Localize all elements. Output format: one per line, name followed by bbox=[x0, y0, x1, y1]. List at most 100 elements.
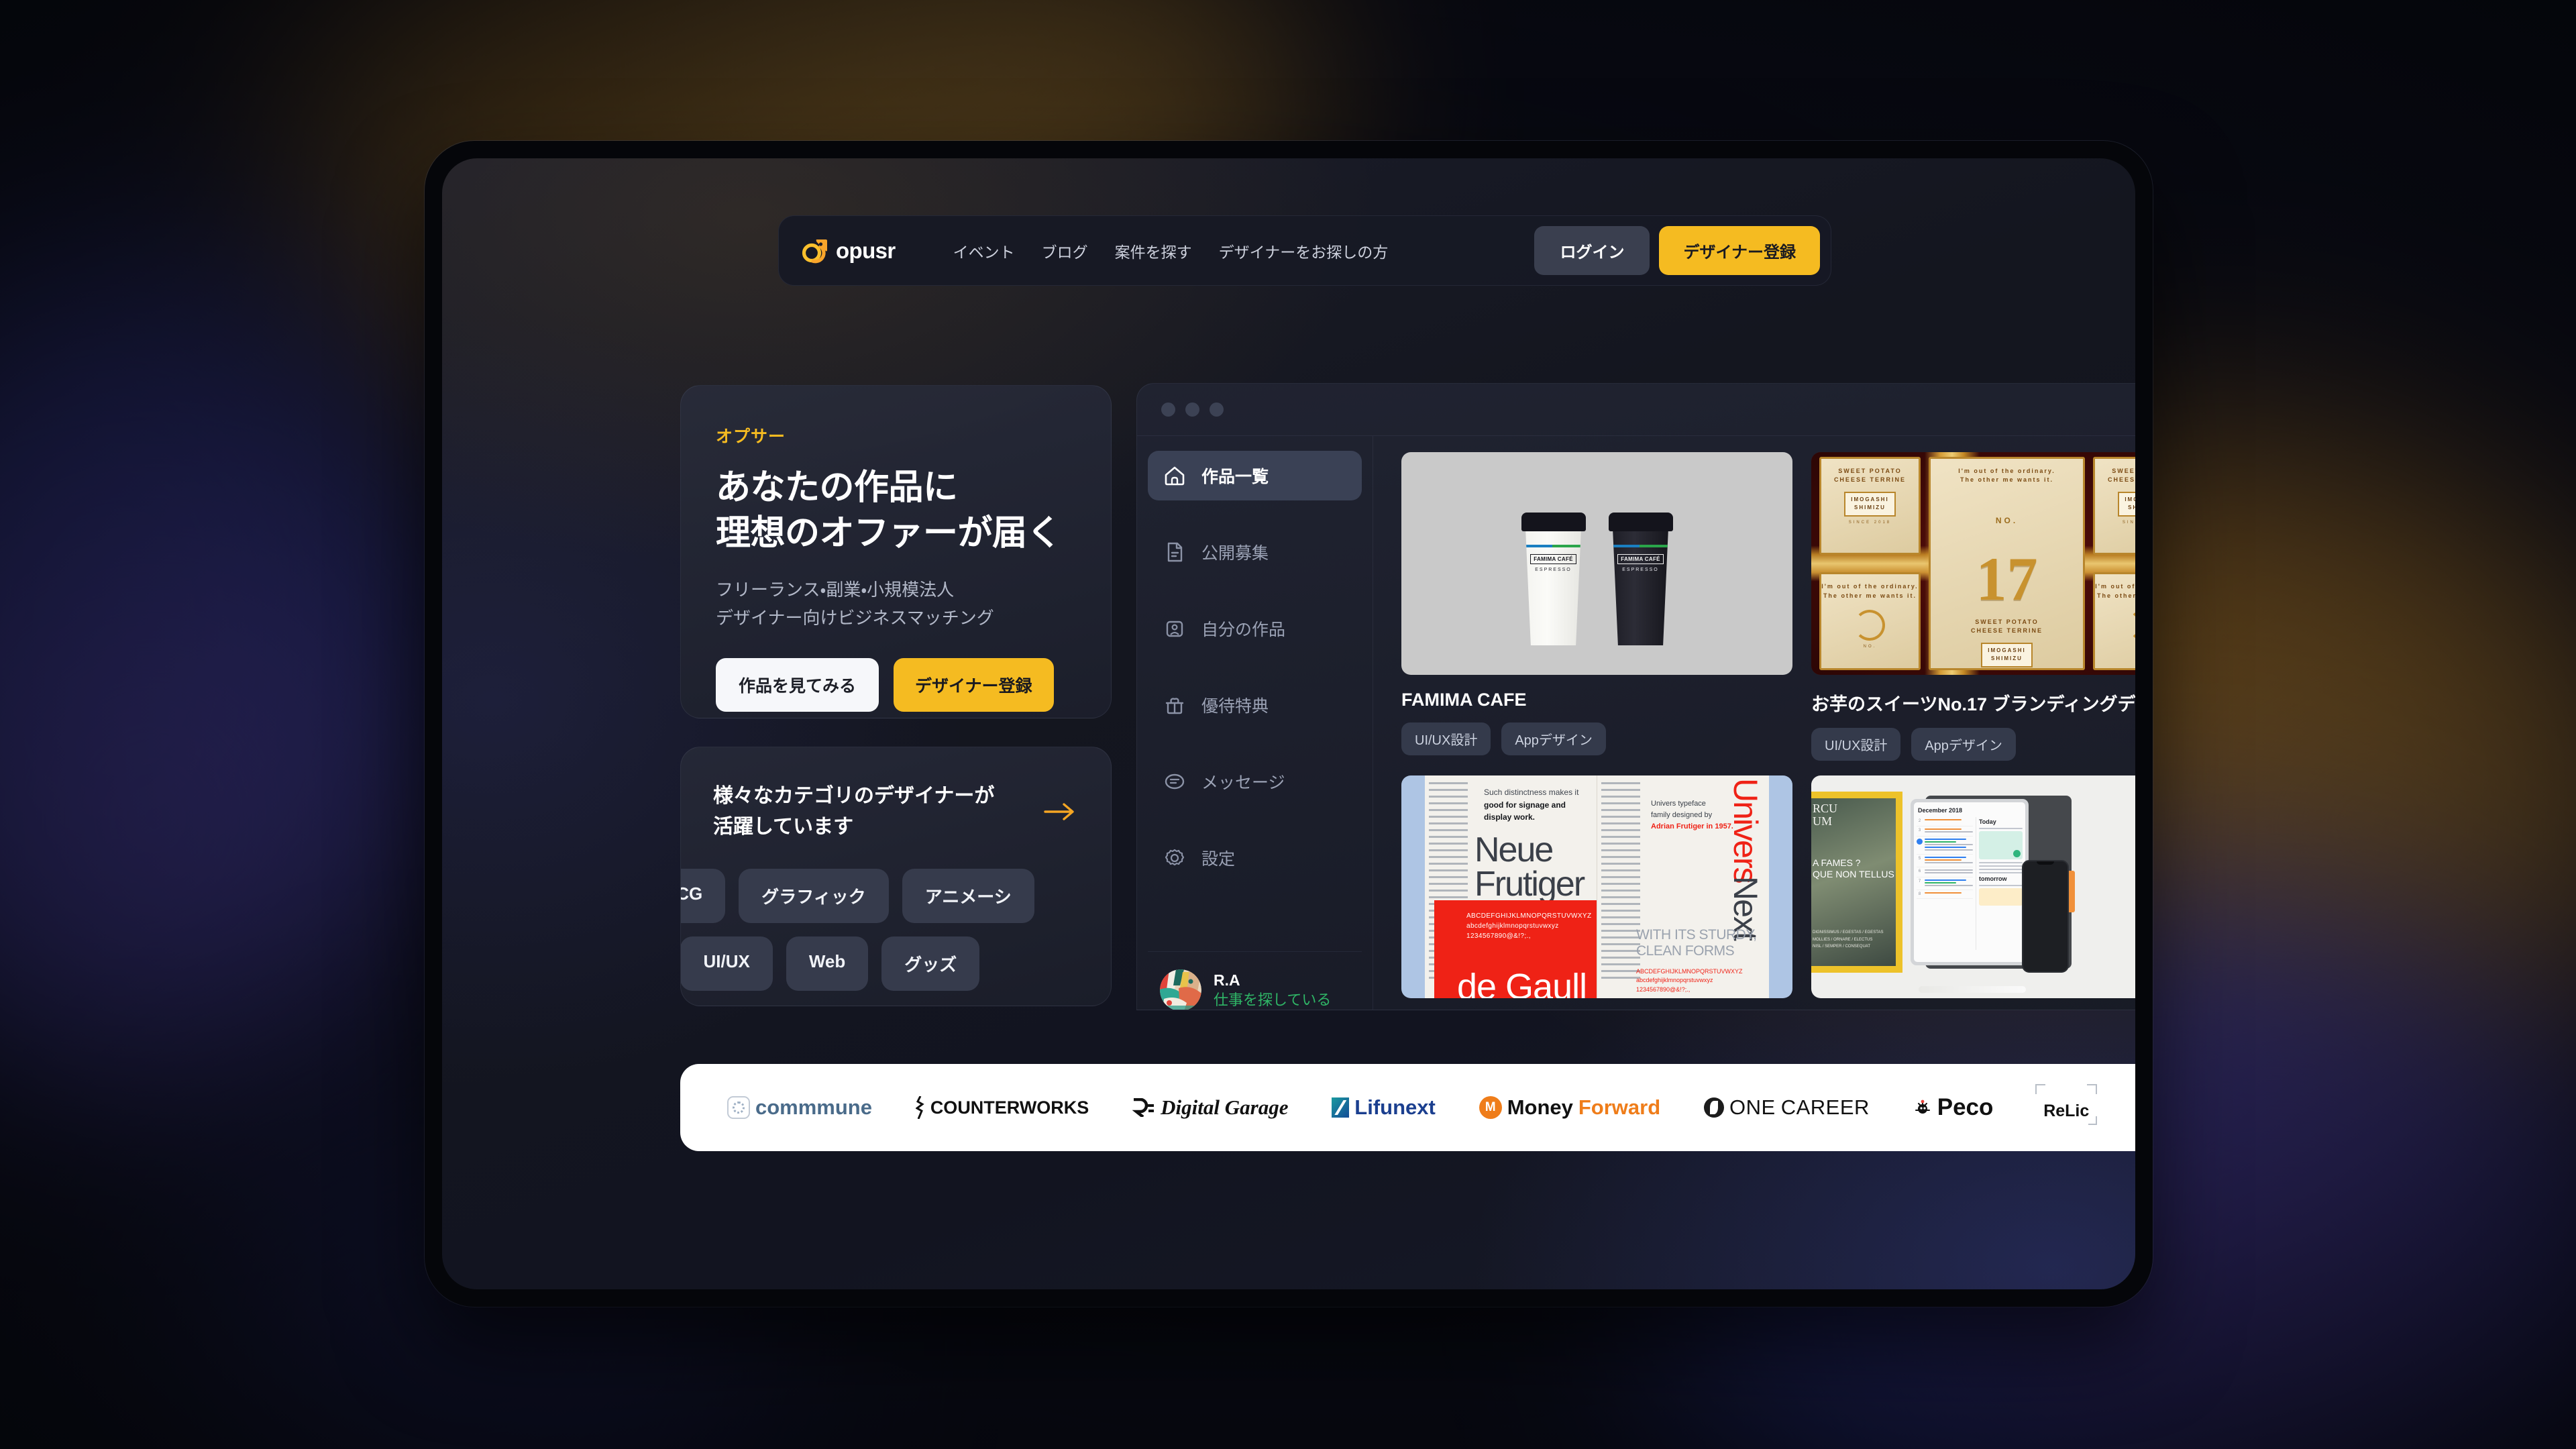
magazine-photo: RCU UM A FAMES ? QUE NON TELLUS DIGNISSI… bbox=[1811, 798, 1896, 966]
cup-sub-black: ESPRESSO bbox=[1622, 568, 1659, 572]
agenda-day: 2 bbox=[1918, 819, 1921, 823]
top-navigation-bar: opusr イベント ブログ 案件を探す デザイナーをお探しの方 ログイン デザ… bbox=[778, 215, 1831, 286]
cup-label-black: FAMIMA CAFÉ bbox=[1617, 554, 1664, 564]
login-button[interactable]: ログイン bbox=[1534, 226, 1650, 275]
magazine-headline-2: QUE NON TELLUS bbox=[1813, 868, 1894, 879]
arrow-right-icon[interactable] bbox=[1041, 798, 1079, 825]
work-card-monotype[interactable]: Such distinctness makes it good for sign… bbox=[1401, 775, 1792, 1010]
nav-link-find-job[interactable]: 案件を探す bbox=[1102, 239, 1205, 262]
categories-card: 様々なカテゴリのデザイナーが 活躍しています 3DCG グラフィック アニメーシ… bbox=[680, 747, 1112, 1006]
agenda-day: 8 bbox=[1918, 892, 1921, 896]
specimen-red-block: ABCDEFGHIJKLMNOPQRSTUVWXYZ abcdefghijklm… bbox=[1434, 900, 1597, 998]
agenda-row: 5 bbox=[1917, 855, 1973, 867]
money-forward-label-a: Money bbox=[1507, 1095, 1573, 1119]
hero-sub-line2: デザイナー向けビジネスマッチング bbox=[716, 607, 994, 628]
sidebar-item-settings[interactable]: 設定 bbox=[1148, 833, 1362, 883]
sidebar-item-works[interactable]: 作品一覧 bbox=[1148, 451, 1362, 500]
portrait-icon bbox=[1163, 616, 1187, 641]
hero-subtitle: フリーランス・副業・小規模法人 デザイナー向けビジネスマッチング bbox=[716, 576, 1076, 632]
package-bottom-left: I'm out of the ordinary. The other me wa… bbox=[1819, 572, 1921, 671]
designer-register-button[interactable]: デザイナー登録 bbox=[894, 658, 1054, 712]
nav-link-blog[interactable]: ブログ bbox=[1028, 239, 1102, 262]
logo-one-career: ONE CAREER bbox=[1704, 1095, 1870, 1120]
sturdy-line-1: WITH ITS STURDY, bbox=[1636, 926, 1757, 943]
window-dot-close[interactable] bbox=[1161, 402, 1175, 417]
agenda-lines bbox=[1925, 838, 1973, 852]
one-career-icon bbox=[1704, 1097, 1724, 1118]
sidebar-label-settings: 設定 bbox=[1201, 850, 1236, 869]
sidebar-user-profile[interactable]: R.A 仕事を探している bbox=[1148, 951, 1362, 1010]
work-card-folderble[interactable]: RCU UM A FAMES ? QUE NON TELLUS DIGNISSI… bbox=[1811, 775, 2135, 1010]
agenda-day: 6 bbox=[1918, 869, 1921, 873]
sidebar-label-open-calls: 公開募集 bbox=[1201, 544, 1269, 563]
lifunext-icon bbox=[1332, 1097, 1350, 1118]
category-row-1: 3DCG グラフィック アニメーシ bbox=[681, 869, 1111, 924]
agenda-lines bbox=[1925, 856, 1973, 865]
window-dot-minimize[interactable] bbox=[1185, 402, 1199, 417]
work-thumbnail-sweets-packaging: SWEET POTATO CHEESE TERRINE IMOGASHI SHI… bbox=[1811, 452, 2135, 675]
work-title: FAMIMA CAFE bbox=[1401, 690, 1527, 710]
tagline-2: The other me wants it. bbox=[2097, 592, 2135, 599]
signup-button[interactable]: デザイナー登録 bbox=[1659, 226, 1820, 275]
sidebar-item-my-works[interactable]: 自分の作品 bbox=[1148, 604, 1362, 653]
nav-link-find-designer[interactable]: デザイナーをお探しの方 bbox=[1205, 239, 1402, 262]
category-pill-animation[interactable]: アニメーシ bbox=[902, 869, 1034, 924]
tagline-2: The other me wants it. bbox=[1823, 592, 1917, 599]
hero-eyebrow: オプサー bbox=[716, 427, 786, 446]
message-icon bbox=[1163, 769, 1187, 794]
sidebar-user-name: R.A bbox=[1214, 971, 1240, 989]
sidebar-item-open-calls[interactable]: 公開募集 bbox=[1148, 527, 1362, 577]
nav-link-events[interactable]: イベント bbox=[940, 239, 1028, 262]
specimen-quote: Such distinctness makes it good for sign… bbox=[1484, 786, 1585, 824]
agenda-lines bbox=[1925, 879, 1973, 888]
work-tag-uiux[interactable]: UI/UX設計 bbox=[1401, 722, 1491, 755]
specimen-alphabet: ABCDEFGHIJKLMNOPQRSTUVWXYZ abcdefghijklm… bbox=[1434, 900, 1597, 941]
today-divider bbox=[1978, 828, 2023, 829]
view-works-button[interactable]: 作品を見てみる bbox=[716, 658, 879, 712]
agenda-row: 7 bbox=[1917, 877, 1973, 890]
tablet-device-frame: opusr イベント ブログ 案件を探す デザイナーをお探しの方 ログイン デザ… bbox=[425, 141, 2153, 1307]
package-center: I'm out of the ordinary. The other me wa… bbox=[1928, 456, 2086, 671]
alphabet-lower: abcdefghijklmnopqrstuvwxyz bbox=[1636, 977, 1713, 983]
alphabet-upper: ABCDEFGHIJKLMNOPQRSTUVWXYZ bbox=[1466, 912, 1592, 920]
gift-icon bbox=[1163, 693, 1187, 717]
work-tag-uiux[interactable]: UI/UX設計 bbox=[1811, 728, 1901, 761]
window-dot-maximize[interactable] bbox=[1210, 402, 1224, 417]
cup-lid bbox=[1608, 513, 1673, 531]
work-tag-app[interactable]: Appデザイン bbox=[1501, 722, 1606, 755]
sidebar-item-benefits[interactable]: 優待特典 bbox=[1148, 680, 1362, 730]
commmune-icon bbox=[727, 1096, 750, 1119]
phone-mockup bbox=[2022, 860, 2069, 973]
logo-peco: Peco bbox=[1913, 1094, 1993, 1121]
work-card-sweets[interactable]: SWEET POTATO CHEESE TERRINE IMOGASHI SHI… bbox=[1811, 452, 2135, 761]
money-forward-label-b: Forward bbox=[1578, 1095, 1661, 1119]
tagline-1: I'm out of the ordinary. bbox=[2095, 583, 2135, 590]
sidebar-item-messages[interactable]: メッセージ bbox=[1148, 757, 1362, 806]
univers-desc-3: Adrian Frutiger in 1957. bbox=[1651, 822, 1733, 831]
nav-actions: ログイン デザイナー登録 bbox=[1534, 226, 1820, 275]
work-tag-app[interactable]: Appデザイン bbox=[1911, 728, 2016, 761]
calendar-today-label: Today bbox=[1978, 818, 1996, 825]
category-pill-uiux[interactable]: UI/UX bbox=[681, 936, 773, 991]
document-icon bbox=[1163, 540, 1187, 564]
category-pill-goods[interactable]: グッズ bbox=[881, 936, 980, 991]
category-pill-3dcg[interactable]: 3DCG bbox=[681, 869, 726, 924]
work-card-famima[interactable]: FAMIMA CAFÉ ESPRESSO FAMIMA CAFÉ ESPRESS… bbox=[1401, 452, 1792, 761]
relic-bracket-frame: ReLic bbox=[2035, 1083, 2098, 1125]
work-tags: UI/UX設計 Appデザイン bbox=[1401, 722, 1792, 755]
brand-line-2: SHIMIZU bbox=[1991, 655, 2023, 662]
product-line-2: CHEESE TERRINE bbox=[2108, 476, 2135, 484]
today-divider bbox=[1978, 872, 2023, 873]
package-brand-box: IMOGASHI SHIMIZU bbox=[1981, 642, 2033, 668]
brand-logo[interactable]: opusr bbox=[802, 237, 896, 265]
event-action-button[interactable] bbox=[2013, 850, 2021, 857]
univers-desc-2: family designed by bbox=[1651, 811, 1713, 820]
alphabet-numerals: 1234567890@&!?;., bbox=[1466, 932, 1531, 940]
alphabet-numerals: 1234567890@&!?;., bbox=[1636, 985, 1690, 993]
magazine-footer-text: DIGNISSIMUS / EGESTAS / EGESTAS MOLLIES /… bbox=[1813, 930, 1884, 949]
category-pill-graphic[interactable]: グラフィック bbox=[739, 869, 889, 924]
category-pill-web[interactable]: Web bbox=[786, 936, 869, 991]
product-line-1: SWEET POTATO bbox=[2112, 467, 2135, 474]
tablet-display: December 2018 2 3 5 6 7 8 Today tomorrow bbox=[1914, 802, 2025, 962]
hero-title-line1: あなたの作品に bbox=[716, 468, 958, 507]
